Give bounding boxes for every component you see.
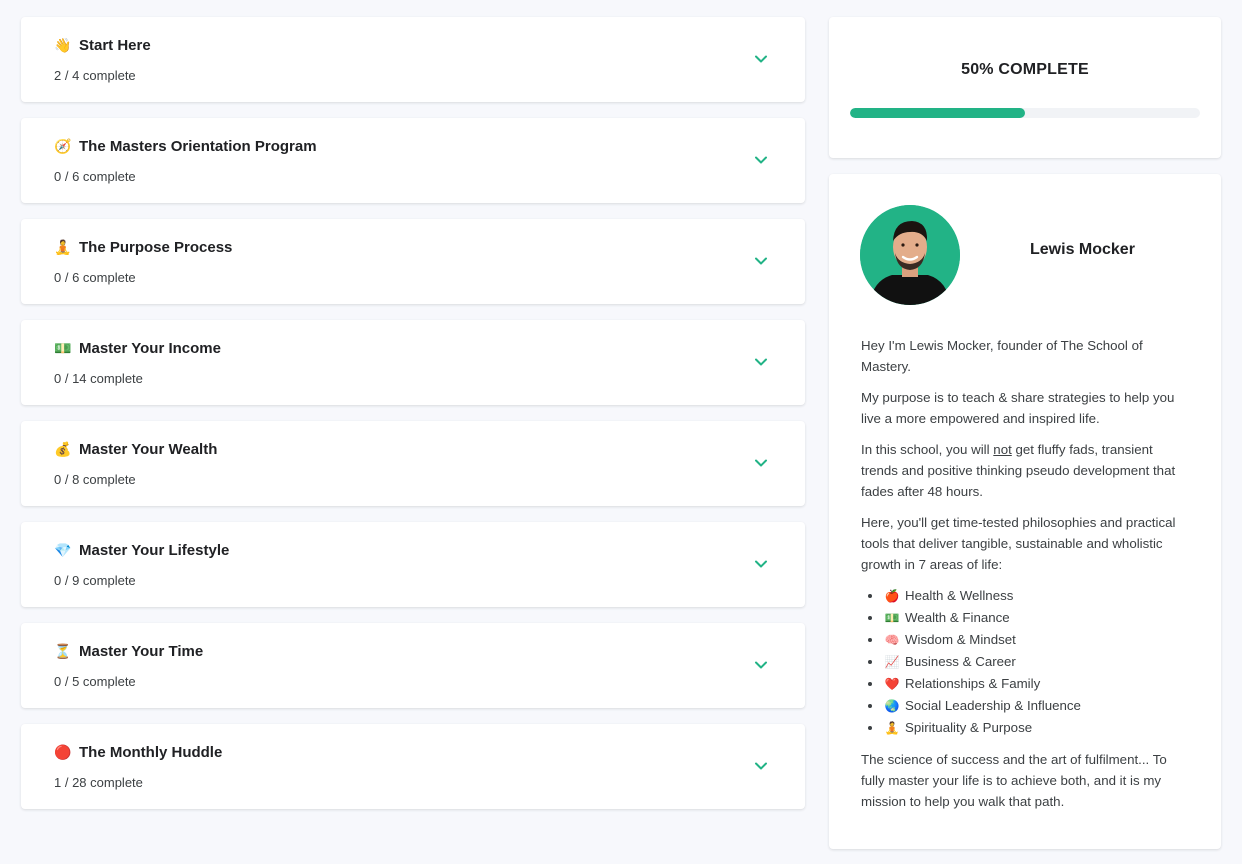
module-title: ⏳ Master Your Time	[54, 642, 203, 660]
heart-icon: ❤️	[884, 677, 900, 691]
bio-paragraph: My purpose is to teach & share strategie…	[861, 390, 1175, 426]
module-title-text: Master Your Lifestyle	[79, 541, 230, 559]
waving-hand-icon: 👋	[54, 36, 72, 53]
module-title-text: Master Your Income	[79, 339, 221, 357]
completion-label: 50% COMPLETE	[961, 61, 1089, 78]
module-progress: 0 / 14 complete	[54, 371, 143, 386]
sidebar: 50% COMPLETE Lewis Mocker Hey I'm Lewis …	[829, 17, 1221, 849]
meditating-person-icon: 🧘	[884, 721, 900, 735]
bio-underlined-text: not	[993, 442, 1012, 457]
list-item: ❤️ Relationships & Family	[883, 673, 1191, 695]
module-card[interactable]: 💰 Master Your Wealth 0 / 8 complete	[21, 421, 805, 506]
chevron-down-icon[interactable]	[753, 152, 769, 168]
module-title: 💰 Master Your Wealth	[54, 440, 217, 458]
classroom-page: 👋 Start Here 2 / 4 complete 🧭 The Master…	[0, 0, 1242, 864]
money-bag-icon: 💰	[54, 440, 72, 457]
module-card[interactable]: 🧭 The Masters Orientation Program 0 / 6 …	[21, 118, 805, 203]
list-item: 🌏 Social Leadership & Influence	[883, 695, 1191, 717]
chart-increasing-icon: 📈	[884, 655, 900, 669]
dollar-bill-icon: 💵	[884, 611, 900, 625]
module-title: 💎 Master Your Lifestyle	[54, 541, 229, 559]
chevron-down-icon[interactable]	[753, 51, 769, 67]
list-item: 🧘 Spirituality & Purpose	[883, 717, 1191, 739]
bio-text: In this school, you will	[861, 442, 994, 457]
gem-icon: 💎	[54, 541, 72, 558]
module-title-text: The Purpose Process	[79, 238, 233, 256]
chevron-down-icon[interactable]	[753, 556, 769, 572]
module-card[interactable]: ⏳ Master Your Time 0 / 5 complete	[21, 623, 805, 708]
owner-card: Lewis Mocker Hey I'm Lewis Mocker, found…	[829, 174, 1221, 849]
owner-bio: Hey I'm Lewis Mocker, founder of The Sch…	[861, 335, 1191, 822]
module-card[interactable]: 💎 Master Your Lifestyle 0 / 9 complete	[21, 522, 805, 607]
red-circle-icon: 🔴	[54, 743, 72, 760]
list-item-label: Business & Career	[905, 654, 1016, 669]
module-progress: 0 / 6 complete	[54, 169, 136, 184]
list-item-label: Wealth & Finance	[905, 610, 1010, 625]
module-list: 👋 Start Here 2 / 4 complete 🧭 The Master…	[21, 17, 805, 825]
compass-icon: 🧭	[54, 137, 72, 154]
completion-card: 50% COMPLETE	[829, 17, 1221, 158]
module-card[interactable]: 🧘 The Purpose Process 0 / 6 complete	[21, 219, 805, 304]
chevron-down-icon[interactable]	[753, 657, 769, 673]
list-item-label: Wisdom & Mindset	[905, 632, 1016, 647]
list-item-label: Health & Wellness	[905, 588, 1014, 603]
module-title-text: The Monthly Huddle	[79, 743, 223, 761]
module-title-text: Master Your Wealth	[79, 440, 218, 458]
apple-icon: 🍎	[884, 589, 900, 603]
globe-icon: 🌏	[884, 699, 900, 713]
module-title: 🔴 The Monthly Huddle	[54, 743, 222, 761]
module-title: 💵 Master Your Income	[54, 339, 221, 357]
chevron-down-icon[interactable]	[753, 455, 769, 471]
bio-paragraph: The science of success and the art of fu…	[861, 752, 1167, 809]
module-card[interactable]: 🔴 The Monthly Huddle 1 / 28 complete	[21, 724, 805, 809]
bio-paragraph: In this school, you will not get fluffy …	[861, 439, 1191, 502]
list-item-label: Spirituality & Purpose	[905, 720, 1033, 735]
module-title: 🧭 The Masters Orientation Program	[54, 137, 317, 155]
list-item: 📈 Business & Career	[883, 651, 1191, 673]
module-title-text: Master Your Time	[79, 642, 204, 660]
owner-name[interactable]: Lewis Mocker	[1030, 241, 1135, 259]
progress-bar	[850, 108, 1200, 118]
life-areas-list: 🍎 Health & Wellness 💵 Wealth & Finance 🧠 Wi…	[861, 585, 1191, 739]
module-title: 👋 Start Here	[54, 36, 151, 54]
chevron-down-icon[interactable]	[753, 253, 769, 269]
module-card[interactable]: 💵 Master Your Income 0 / 14 complete	[21, 320, 805, 405]
module-progress: 0 / 5 complete	[54, 674, 136, 689]
module-card[interactable]: 👋 Start Here 2 / 4 complete	[21, 17, 805, 102]
meditating-person-icon: 🧘	[54, 238, 72, 255]
bio-paragraph: Here, you'll get time-tested philosophie…	[861, 515, 1176, 572]
progress-bar-fill	[850, 108, 1025, 118]
bio-paragraph: Hey I'm Lewis Mocker, founder of The Sch…	[861, 338, 1143, 374]
module-title-text: Start Here	[79, 36, 151, 54]
module-progress: 2 / 4 complete	[54, 68, 136, 83]
list-item: 💵 Wealth & Finance	[883, 607, 1191, 629]
module-progress: 0 / 9 complete	[54, 573, 136, 588]
hourglass-icon: ⏳	[54, 642, 72, 659]
module-progress: 1 / 28 complete	[54, 775, 143, 790]
list-item-label: Relationships & Family	[905, 676, 1041, 691]
list-item: 🧠 Wisdom & Mindset	[883, 629, 1191, 651]
brain-icon: 🧠	[884, 633, 900, 647]
list-item: 🍎 Health & Wellness	[883, 585, 1191, 607]
chevron-down-icon[interactable]	[753, 758, 769, 774]
dollar-bill-icon: 💵	[54, 339, 72, 356]
avatar[interactable]	[860, 205, 960, 305]
module-progress: 0 / 8 complete	[54, 472, 136, 487]
chevron-down-icon[interactable]	[753, 354, 769, 370]
module-title: 🧘 The Purpose Process	[54, 238, 232, 256]
list-item-label: Social Leadership & Influence	[905, 698, 1081, 713]
module-title-text: The Masters Orientation Program	[79, 137, 317, 155]
module-progress: 0 / 6 complete	[54, 270, 136, 285]
